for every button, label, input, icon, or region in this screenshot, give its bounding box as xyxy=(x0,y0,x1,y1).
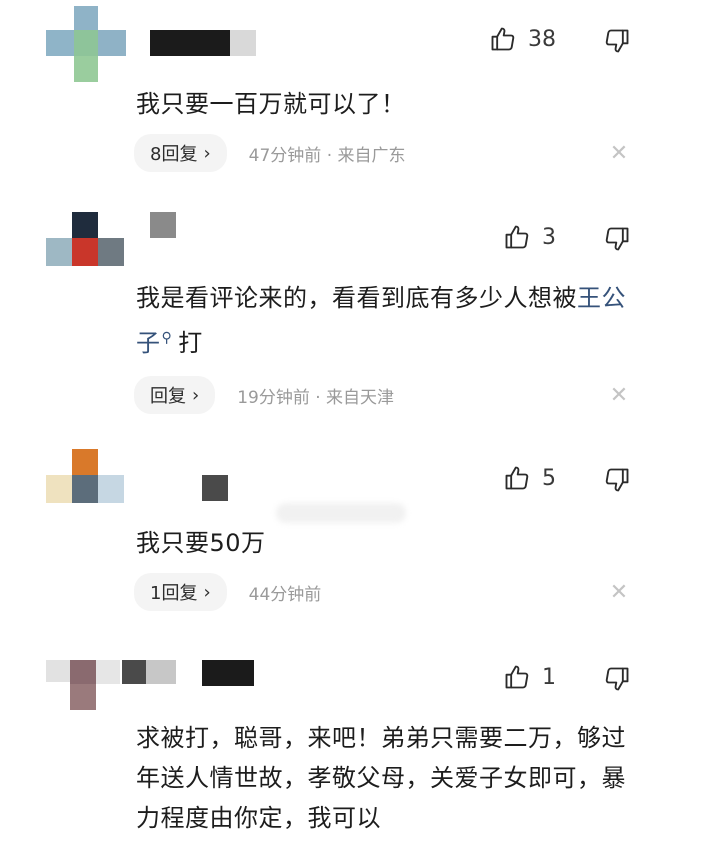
like-count: 5 xyxy=(542,465,556,491)
username[interactable] xyxy=(150,212,176,238)
comment-meta: 44分钟前 xyxy=(248,584,322,605)
comment-meta: 19分钟前 · 来自天津 xyxy=(237,387,395,408)
comment-text-part: 我是看评论来的，看看到底有多少人想被 xyxy=(136,284,577,312)
username[interactable] xyxy=(150,30,230,56)
comment-text: 求被打，聪哥，来吧！弟弟只需要二万，够过年送人情世故，孝敬父母，关爱子女即可，暴… xyxy=(136,724,626,832)
thumbs-up-icon xyxy=(502,222,532,252)
blurred-area xyxy=(276,503,406,523)
comment-item: 5 我只要50万 1回复 › 44分钟前 ✕ xyxy=(0,435,707,640)
like-count: 38 xyxy=(528,26,556,52)
like-count: 1 xyxy=(542,664,556,690)
chevron-right-icon: › xyxy=(203,581,211,603)
like-button[interactable]: 1 xyxy=(502,662,556,692)
thumbs-up-icon xyxy=(502,463,532,493)
comment-item: 3 我是看评论来的，看看到底有多少人想被王公子⚲ 打 回复 › 19分钟前 · 来… xyxy=(0,190,707,435)
dislike-button[interactable] xyxy=(602,26,632,56)
like-button[interactable]: 3 xyxy=(502,222,556,252)
reply-button[interactable]: 1回复 › xyxy=(134,573,227,611)
reply-label: 回复 xyxy=(150,386,186,407)
comment-item: 38 我只要一百万就可以了！ 8回复 › 47分钟前 · 来自广东 ✕ xyxy=(0,0,707,190)
comment-meta: 47分钟前 · 来自广东 xyxy=(248,145,406,166)
thumbs-down-icon xyxy=(602,664,632,694)
thumbs-down-icon xyxy=(602,224,632,254)
reply-label: 8回复 xyxy=(150,144,198,165)
avatar[interactable] xyxy=(46,449,126,503)
like-button[interactable]: 38 xyxy=(488,24,556,54)
close-icon[interactable]: ✕ xyxy=(609,143,629,165)
avatar[interactable] xyxy=(46,656,182,712)
reply-button[interactable]: 回复 › xyxy=(134,376,216,414)
comment-text-part: 打 xyxy=(178,329,203,357)
like-count: 3 xyxy=(542,224,556,250)
username[interactable] xyxy=(202,660,254,686)
chevron-right-icon: › xyxy=(203,142,211,164)
username[interactable] xyxy=(202,475,228,501)
like-button[interactable]: 5 xyxy=(502,463,556,493)
comment-text: 我只要50万 xyxy=(136,529,266,557)
dislike-button[interactable] xyxy=(602,465,632,495)
comment-text: 我只要一百万就可以了！ xyxy=(136,90,406,118)
close-icon[interactable]: ✕ xyxy=(609,385,629,407)
thumbs-up-icon xyxy=(488,24,518,54)
thumbs-down-icon xyxy=(602,465,632,495)
reply-button[interactable]: 8回复 › xyxy=(134,134,227,172)
chevron-right-icon: › xyxy=(192,384,200,406)
comment-text: 我是看评论来的，看看到底有多少人想被王公子⚲ 打 xyxy=(136,278,636,363)
thumbs-up-icon xyxy=(502,662,532,692)
username-tail xyxy=(230,30,256,56)
dislike-button[interactable] xyxy=(602,224,632,254)
reply-label: 1回复 xyxy=(150,583,198,604)
thumbs-down-icon xyxy=(602,26,632,56)
close-icon[interactable]: ✕ xyxy=(609,582,629,604)
avatar[interactable] xyxy=(46,212,126,266)
search-icon: ⚲ xyxy=(161,330,173,346)
dislike-button[interactable] xyxy=(602,664,632,694)
comment-item: 1 求被打，聪哥，来吧！弟弟只需要二万，够过年送人情世故，孝敬父母，关爱子女即可… xyxy=(0,640,707,857)
avatar[interactable] xyxy=(46,6,126,82)
